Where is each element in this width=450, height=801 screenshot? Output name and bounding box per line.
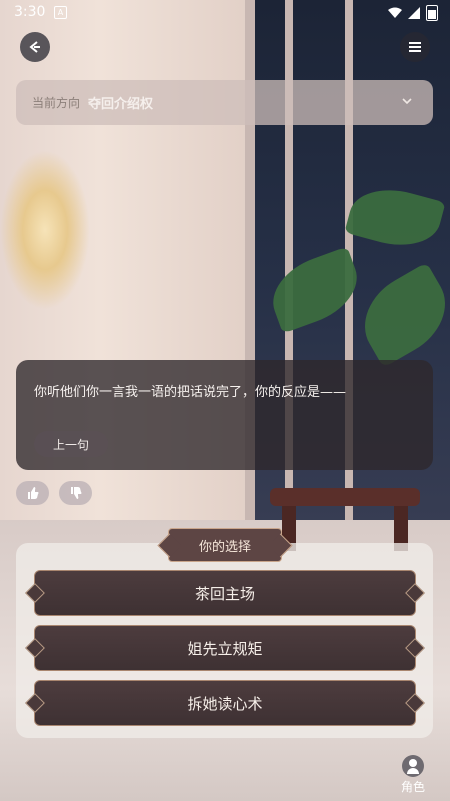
choice-label: 拆她读心术 <box>187 694 263 713</box>
clock: 3:30 <box>14 4 46 20</box>
dislike-button[interactable] <box>59 481 92 505</box>
choice-option[interactable]: 茶回主场 <box>25 570 425 616</box>
thumb-down-icon <box>70 487 81 499</box>
menu-icon <box>409 42 421 52</box>
menu-button[interactable] <box>400 32 430 62</box>
direction-value: 夺回介绍权 <box>88 97 154 112</box>
choice-title: 你的选择 <box>168 528 282 562</box>
choice-label: 茶回主场 <box>194 584 255 603</box>
choice-option[interactable]: 拆她读心术 <box>25 680 425 726</box>
direction-dropdown[interactable]: 当前方向 夺回介绍权 <box>16 80 433 125</box>
role-button[interactable]: 角色 <box>398 755 428 795</box>
status-bar: 3:30 A <box>0 0 450 26</box>
wifi-icon <box>388 7 402 18</box>
previous-line-button[interactable]: 上一句 <box>34 431 108 457</box>
role-label: 角色 <box>400 780 425 794</box>
table-top <box>270 488 420 506</box>
dialog-text: 你听他们你一言我一语的把话说完了，你的反应是—— <box>34 385 347 400</box>
notification-icon: A <box>54 6 67 19</box>
direction-label: 当前方向 <box>32 96 81 110</box>
chandelier <box>0 150 90 310</box>
battery-icon <box>426 5 438 21</box>
like-button[interactable] <box>16 481 49 505</box>
dialog-box: 你听他们你一言我一语的把话说完了，你的反应是—— 上一句 <box>16 360 433 470</box>
back-arrow-icon <box>29 41 40 53</box>
choice-option[interactable]: 姐先立规矩 <box>25 625 425 671</box>
thumb-up-icon <box>27 487 38 499</box>
signal-icon <box>408 7 420 19</box>
back-button[interactable] <box>20 32 50 62</box>
choice-label: 姐先立规矩 <box>187 639 263 658</box>
user-icon <box>402 755 424 777</box>
system-icons <box>388 5 438 21</box>
side-table <box>270 488 420 551</box>
chevron-down-icon <box>402 98 412 105</box>
